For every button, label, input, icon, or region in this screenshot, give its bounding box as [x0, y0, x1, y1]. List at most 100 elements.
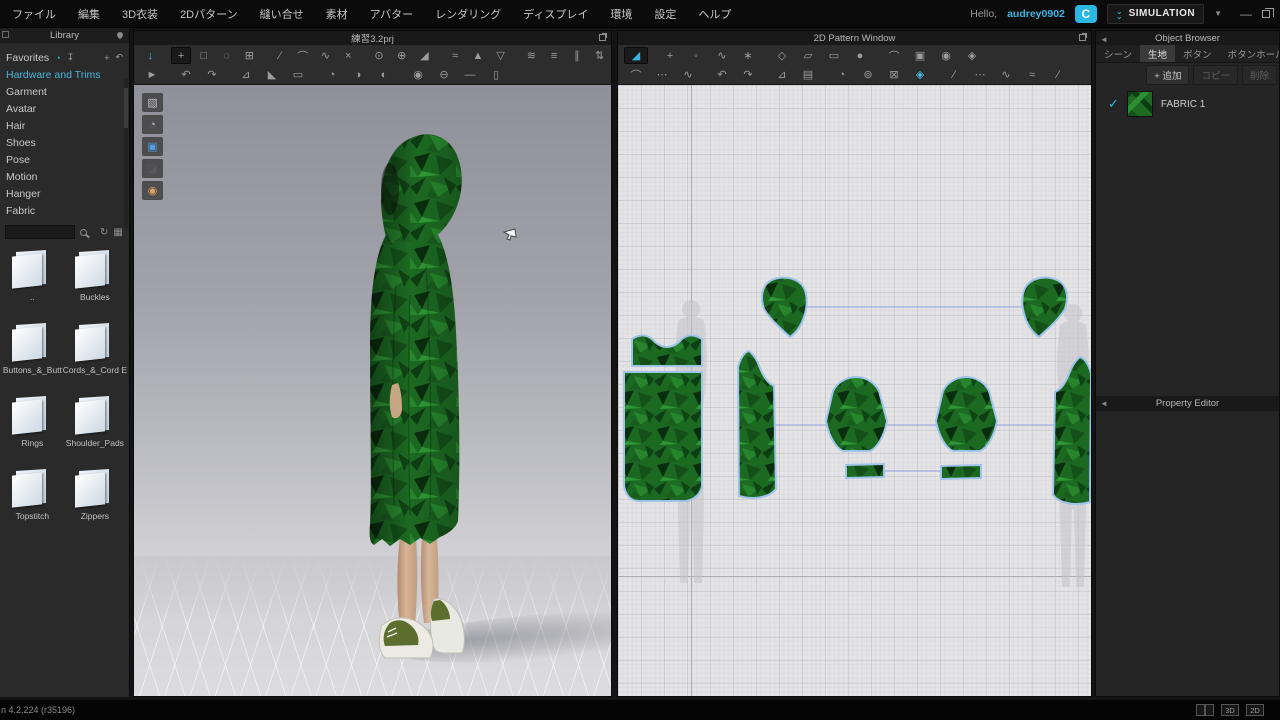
garment-pair-icon[interactable]: ▲	[468, 47, 489, 64]
measure-circumference-icon[interactable]: ◐	[372, 66, 396, 83]
edit-pattern-icon[interactable]: +	[658, 47, 682, 64]
walk-motion-icon[interactable]: ►	[140, 66, 164, 83]
view-2d-button[interactable]: 2D	[1246, 704, 1264, 716]
buttonhole-icon[interactable]: ⊖	[432, 66, 456, 83]
internal-polygon-icon[interactable]: ⌒	[882, 47, 906, 64]
split-view-button[interactable]	[1196, 704, 1214, 716]
folder-buttons-butt[interactable]: Buttons_&_Butt	[2, 324, 63, 375]
folder-topstitch[interactable]: Topstitch	[2, 470, 63, 521]
tab-item[interactable]: ボタンホール	[1220, 45, 1279, 62]
menu-item-item[interactable]: 編集	[78, 6, 100, 22]
wind-icon[interactable]: ≈	[445, 47, 466, 64]
add-icon[interactable]: +	[104, 53, 109, 63]
show-avatar-icon[interactable]: ◔	[142, 115, 163, 134]
fold-arrange-icon[interactable]: ◢	[414, 47, 435, 64]
folder-shoulder-pads[interactable]: Shoulder_Pads	[63, 397, 127, 448]
tab-item[interactable]: ボタン	[1175, 45, 1220, 62]
transform-gizmo-icon[interactable]: ⊞	[239, 47, 260, 64]
select-move-icon[interactable]: +	[171, 47, 192, 64]
steam-up-icon[interactable]: ≋	[521, 47, 542, 64]
measure-tape-icon[interactable]: ◑	[346, 66, 370, 83]
menu-item-item[interactable]: ファイル	[12, 6, 56, 22]
seam-taping-icon[interactable]: —	[458, 66, 482, 83]
button-icon[interactable]: ◉	[406, 66, 430, 83]
dart-icon[interactable]: ◈	[960, 47, 984, 64]
pattern-mesh-icon[interactable]: ⊠	[882, 66, 906, 83]
avatar-pattern-icon[interactable]: ◔	[830, 66, 854, 83]
menu-item-3d[interactable]: 3D衣装	[122, 6, 158, 22]
add-point-icon[interactable]: ∗	[736, 47, 760, 64]
download-icon[interactable]: ↧	[67, 52, 75, 63]
show-garment-icon[interactable]: ▧	[142, 93, 163, 112]
menu-item-item[interactable]: ヘルプ	[698, 6, 731, 22]
library-item-hardware-and-trims[interactable]: Hardware and Trims	[0, 66, 129, 83]
library-item-fabric[interactable]: Fabric	[0, 202, 129, 219]
menu-item-item[interactable]: 設定	[654, 6, 676, 22]
popout-icon[interactable]	[599, 34, 606, 41]
grid-view-icon[interactable]: ▦	[113, 227, 122, 238]
arrange-left-icon[interactable]: ↶	[174, 66, 198, 83]
pattern-2d-canvas[interactable]	[618, 85, 1091, 696]
back-icon[interactable]: ↶	[115, 52, 123, 63]
segment-sew-icon[interactable]: ⌒	[292, 47, 313, 64]
library-item-favorites[interactable]: Favorites◔↧+↶	[0, 49, 129, 66]
fabric-row[interactable]: ✓FABRIC 1	[1096, 87, 1279, 121]
simulation-button[interactable]: ⌄⌄ SIMULATION	[1107, 4, 1204, 24]
view-3d-button[interactable]: 3D	[1221, 704, 1239, 716]
folder-cords-cord-e[interactable]: Cords_&_Cord E	[63, 324, 127, 375]
library-item-avatar[interactable]: Avatar	[0, 100, 129, 117]
pin-icon[interactable]	[116, 31, 124, 39]
folder-zippers[interactable]: Zippers	[63, 470, 127, 521]
clo-logo-icon[interactable]: C	[1075, 5, 1097, 23]
folder-buckles[interactable]: Buckles	[63, 251, 127, 302]
iron-icon[interactable]: ⊿	[770, 66, 794, 83]
fold-right-icon[interactable]: ↷	[736, 66, 760, 83]
baste-icon[interactable]: ⋯	[968, 66, 992, 83]
search-input[interactable]	[5, 225, 75, 239]
show-texture-icon[interactable]: ▣	[142, 137, 163, 156]
search-icon[interactable]	[80, 229, 87, 236]
history-icon[interactable]: ◔	[55, 53, 60, 63]
edit-point-icon[interactable]: ◦	[684, 47, 708, 64]
pattern-pieces[interactable]	[618, 85, 1091, 696]
detach-sew-icon[interactable]: ×	[338, 47, 359, 64]
library-item-hair[interactable]: Hair	[0, 117, 129, 134]
garment-open-icon[interactable]: ▽	[490, 47, 511, 64]
strengthen-icon[interactable]: ⇅	[589, 47, 610, 64]
show-arrangement-icon[interactable]: ◪	[142, 159, 163, 178]
library-item-garment[interactable]: Garment	[0, 83, 129, 100]
solidify-icon[interactable]: ∥	[566, 47, 587, 64]
zipper-icon[interactable]: ▯	[484, 66, 508, 83]
refresh-icon[interactable]: ↻	[100, 227, 108, 238]
tab-item[interactable]: シーン	[1096, 45, 1140, 62]
menu-item-item[interactable]: レンダリング	[435, 6, 501, 22]
select-box-icon[interactable]: □	[193, 47, 214, 64]
minimize-button[interactable]: —	[1240, 7, 1252, 21]
shirt-icon[interactable]: ▤	[796, 66, 820, 83]
viewport-3d-canvas[interactable]: ▧◔▣◪◉	[134, 85, 611, 696]
popout-icon[interactable]	[1079, 34, 1086, 41]
sew-edit-icon[interactable]: ∿	[676, 66, 700, 83]
internal-circle-icon[interactable]: ◉	[934, 47, 958, 64]
check-icon[interactable]: ✓	[1108, 96, 1119, 112]
internal-rect-icon[interactable]: ▣	[908, 47, 932, 64]
trace-icon[interactable]: ◇	[770, 47, 794, 64]
press-icon[interactable]: ▭	[286, 66, 310, 83]
edit-curve-icon[interactable]: ∿	[710, 47, 734, 64]
folder-item[interactable]: ..	[2, 251, 63, 302]
arrange-right-icon[interactable]: ↷	[200, 66, 224, 83]
library-scrollbar[interactable]	[124, 78, 128, 228]
garment-3d[interactable]	[370, 134, 462, 546]
select-lasso-icon[interactable]: ◌	[216, 47, 237, 64]
fabric-swatch[interactable]	[1127, 91, 1153, 117]
avatar-3d[interactable]	[134, 85, 611, 696]
library-item-motion[interactable]: Motion	[0, 168, 129, 185]
curve-measure-icon[interactable]: ≈	[1020, 66, 1044, 83]
library-item-hanger[interactable]: Hanger	[0, 185, 129, 202]
action-item[interactable]: + 追加	[1146, 65, 1189, 85]
collapse-icon[interactable]: ◄	[1100, 399, 1108, 408]
menu-item-item[interactable]: ディスプレイ	[523, 6, 588, 22]
menu-item-2d[interactable]: 2Dパターン	[180, 6, 238, 22]
transform-pattern-icon[interactable]: ◢	[624, 47, 648, 64]
menu-item-item[interactable]: 縫い合せ	[260, 6, 304, 22]
